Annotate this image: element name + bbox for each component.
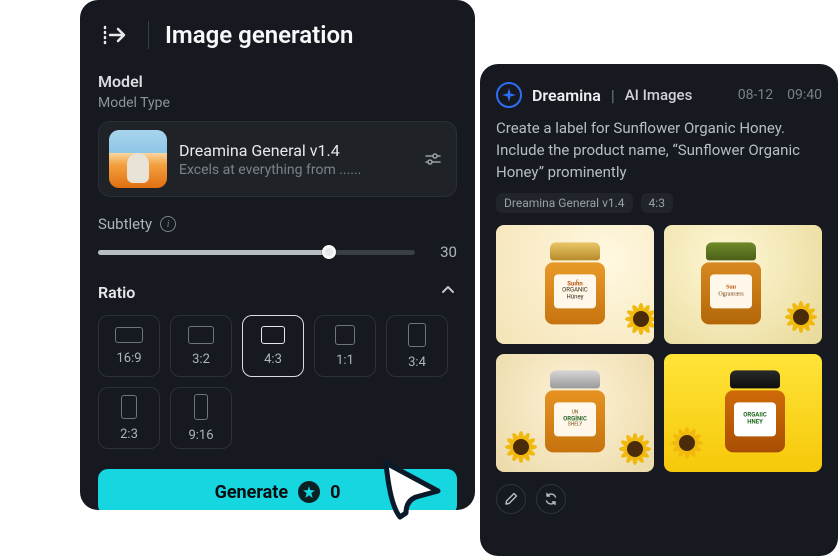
ratio-option-16-9[interactable]: 16:9 [98,315,160,377]
ratio-label: 3:4 [408,355,426,370]
page-title: Image generation [165,21,353,49]
ratio-title: Ratio [98,283,135,302]
model-name: Dreamina General v1.4 [179,141,408,160]
slider-thumb[interactable] [322,245,336,259]
model-thumbnail [109,130,167,188]
model-section-title: Model [98,72,457,91]
credit-icon [298,481,320,503]
expand-icon[interactable] [98,18,132,52]
generate-label: Generate [215,482,289,503]
feed-time: 09:40 [787,87,822,103]
chevron-up-icon[interactable] [439,281,457,303]
ratio-option-1-1[interactable]: 1:1 [314,315,376,377]
subtlety-slider[interactable] [98,250,415,255]
edit-icon[interactable] [496,484,526,514]
model-settings-icon[interactable] [420,146,446,172]
info-icon[interactable]: i [160,216,176,232]
feed-subtitle: AI Images [625,86,693,104]
feed-separator: | [611,86,615,105]
ratio-label: 2:3 [120,427,138,442]
ratio-option-4-3[interactable]: 4:3 [242,315,304,377]
result-thumbnail-3[interactable]: UNORGİNICSHELY [496,354,654,473]
model-description: Excels at everything from ...... [179,162,408,178]
model-selector[interactable]: Dreamina General v1.4 Excels at everythi… [98,121,457,197]
feed-tag: Dreamina General v1.4 [496,193,633,213]
result-thumbnail-4[interactable]: ORGAIICHNEY [664,354,822,473]
ratio-label: 3:2 [192,352,210,367]
regenerate-icon[interactable] [536,484,566,514]
subtlety-label: Subtlety [98,215,152,233]
feed-date: 08-12 [738,87,773,103]
generate-count: 0 [330,482,340,503]
ratio-option-3-4[interactable]: 3:4 [386,315,448,377]
result-thumbnail-1[interactable]: SuıĥnORGANICHüney [496,225,654,344]
model-type-label: Model Type [98,95,457,111]
ratio-label: 4:3 [264,352,282,367]
ratio-label: 16:9 [116,351,141,366]
title-divider [148,21,149,49]
ratio-option-3-2[interactable]: 3:2 [170,315,232,377]
subtlety-value: 30 [429,243,457,261]
feed-prompt: Create a label for Sunflower Organic Hon… [496,118,822,183]
ratio-option-9-16[interactable]: 9:16 [170,387,232,449]
generate-button[interactable]: Generate 0 [98,469,457,510]
ratio-label: 9:16 [188,428,213,443]
feed-brand: Dreamina [532,86,601,105]
ratio-option-2-3[interactable]: 2:3 [98,387,160,449]
spark-icon [496,82,522,108]
ratio-label: 1:1 [336,353,354,368]
feed-tag: 4:3 [641,193,673,213]
result-thumbnail-2[interactable]: SuııOgranrærs [664,225,822,344]
